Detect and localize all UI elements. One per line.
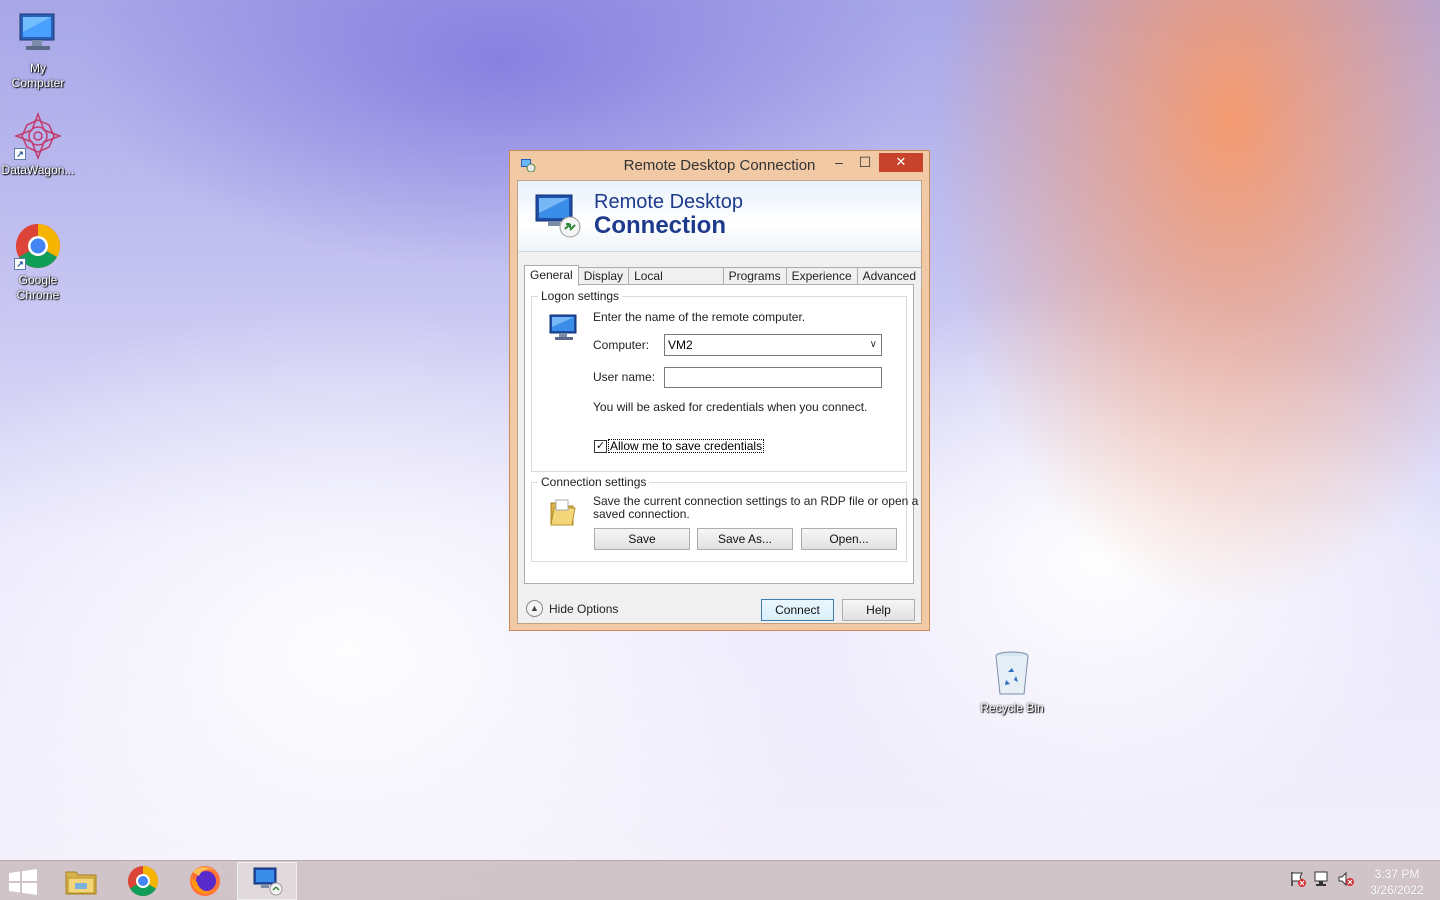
tab-experience[interactable]: Experience <box>785 267 858 285</box>
desktop-icon-label: My Computer <box>11 61 65 90</box>
connection-settings-legend: Connection settings <box>538 475 650 489</box>
logon-instruction: Enter the name of the remote computer. <box>593 310 806 324</box>
close-button[interactable]: ✕ <box>879 153 923 172</box>
minimize-button[interactable]: – <box>826 153 852 172</box>
chevron-down-icon[interactable]: ∨ <box>870 335 877 355</box>
shortcut-arrow-icon: ↗ <box>14 148 26 160</box>
save-credentials-label[interactable]: Allow me to save credentials <box>608 439 765 453</box>
file-explorer-icon <box>65 871 97 895</box>
connect-button[interactable]: Connect <box>761 599 834 621</box>
desktop-icon-label: Google Chrome <box>16 273 60 302</box>
banner-title-line1: Remote Desktop <box>594 191 743 213</box>
desktop-icon-label: Recycle Bin <box>980 701 1044 715</box>
desktop-icon-recycle-bin[interactable]: Recycle Bin <box>974 650 1050 716</box>
hide-options-label[interactable]: Hide Options <box>549 602 618 616</box>
save-as-button[interactable]: Save As... <box>697 528 793 550</box>
logon-settings-legend: Logon settings <box>538 289 623 303</box>
banner-title-line2: Connection <box>594 212 726 239</box>
rdp-banner: Remote Desktop Connection <box>518 181 921 252</box>
taskbar-remote-desktop[interactable] <box>237 862 297 900</box>
tab-local-resources[interactable]: Local Resources <box>628 267 724 299</box>
desktop-icon-my-computer[interactable]: My Computer <box>0 10 76 91</box>
firefox-icon <box>190 866 220 896</box>
window-client-area: Remote Desktop Connection General Displa… <box>517 180 922 624</box>
remote-desktop-icon <box>534 191 582 239</box>
window-titlebar[interactable]: Remote Desktop Connection – ☐ ✕ <box>510 151 929 179</box>
clock-date: 3/26/2022 <box>1370 883 1424 897</box>
start-button[interactable] <box>8 869 38 895</box>
chrome-icon <box>128 866 159 897</box>
folder-icon <box>548 497 576 527</box>
computer-label: Computer: <box>593 338 650 352</box>
remote-desktop-icon <box>253 867 283 896</box>
volume-muted-icon[interactable] <box>1337 870 1355 888</box>
network-icon[interactable] <box>1313 870 1331 888</box>
open-button[interactable]: Open... <box>801 528 897 550</box>
save-credentials-checkbox[interactable]: ✓ <box>594 440 607 453</box>
desktop-icon-label: DataWagon... <box>1 163 75 177</box>
computer-combobox[interactable]: VM2 ∨ <box>664 334 882 356</box>
datawagon-icon: ↗ <box>13 111 63 161</box>
connection-description-line2: saved connection. <box>593 507 690 521</box>
tab-strip: General Display Local Resources Programs… <box>524 265 922 299</box>
clock-time: 3:37 PM <box>1374 867 1420 881</box>
desktop-icon-google-chrome[interactable]: ↗ Google Chrome <box>0 222 76 303</box>
chevron-up-icon[interactable]: ▲ <box>526 600 543 617</box>
computer-monitor-icon <box>548 313 580 343</box>
taskbar: 3:37 PM 3/26/2022 <box>0 860 1440 900</box>
connection-description-line1: Save the current connection settings to … <box>593 494 919 508</box>
taskbar-file-explorer[interactable] <box>51 862 111 900</box>
tab-programs[interactable]: Programs <box>722 267 787 285</box>
save-button[interactable]: Save <box>594 528 690 550</box>
taskbar-clock[interactable]: 3:37 PM 3/26/2022 <box>1362 866 1432 898</box>
connection-settings-group: Connection settings Save the current con… <box>531 475 918 562</box>
taskbar-firefox[interactable] <box>175 862 235 900</box>
computer-value: VM2 <box>668 338 693 352</box>
my-computer-icon <box>14 10 62 58</box>
taskbar-google-chrome[interactable] <box>113 862 173 900</box>
general-tab-panel: Logon settings Enter the name of the rem… <box>524 284 918 584</box>
windows-logo-icon <box>9 869 37 895</box>
help-button[interactable]: Help <box>842 599 915 621</box>
tab-advanced[interactable]: Advanced <box>856 267 922 285</box>
action-center-icon[interactable] <box>1289 870 1307 888</box>
remote-desktop-window: Remote Desktop Connection – ☐ ✕ Remote D… <box>509 150 930 631</box>
maximize-button[interactable]: ☐ <box>852 153 878 172</box>
shortcut-arrow-icon: ↗ <box>14 258 26 270</box>
username-field[interactable] <box>664 367 882 388</box>
username-label: User name: <box>593 370 656 384</box>
desktop-icon-datawagon[interactable]: ↗ DataWagon... <box>0 111 76 178</box>
logon-settings-group: Logon settings Enter the name of the rem… <box>531 289 907 472</box>
recycle-bin-icon <box>988 650 1036 698</box>
chrome-icon: ↗ <box>14 222 62 270</box>
tab-general[interactable]: General <box>524 265 579 286</box>
credentials-note: You will be asked for credentials when y… <box>593 400 868 414</box>
tab-display[interactable]: Display <box>577 267 630 285</box>
